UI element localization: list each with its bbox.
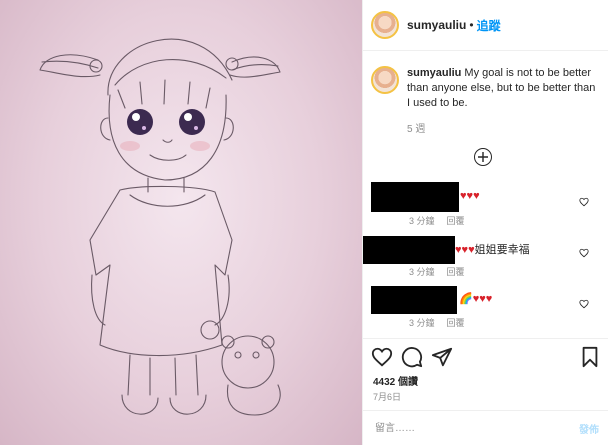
caption-username[interactable]: sumyauliu (407, 67, 461, 79)
heart-icon[interactable] (579, 248, 589, 258)
bookmark-icon[interactable] (579, 346, 601, 368)
caption: sumyauliu My goal is not to be better tha… (371, 66, 601, 111)
username[interactable]: sumyauliu (407, 18, 466, 32)
redacted-username (371, 182, 459, 212)
comment-item: 🌈♥♥♥ 3 分鐘 回覆 (363, 286, 608, 336)
post-photo[interactable] (0, 0, 362, 445)
comment-input[interactable] (373, 422, 547, 435)
heart-icon[interactable] (579, 197, 589, 207)
comment-time[interactable]: 3 分鐘 (409, 267, 435, 277)
comment-hearts: ♥♥♥ (472, 293, 493, 305)
action-bar (363, 338, 608, 375)
heart-icon[interactable] (579, 299, 589, 309)
comment-time[interactable]: 3 分鐘 (409, 318, 435, 328)
comment-time[interactable]: 3 分鐘 (409, 216, 435, 226)
girl-sketch-illustration (39, 38, 281, 416)
comment-text: ♥♥♥ (460, 190, 480, 202)
comment-item: ♥♥♥ 3 分鐘 回覆 (363, 182, 608, 232)
comment-hearts: ♥♥♥ (455, 244, 475, 256)
post-date[interactable]: 7月6日 (373, 390, 401, 403)
add-comment-bar: 發佈 (363, 410, 608, 446)
post-header: sumyauliu • 追蹤 (363, 0, 608, 51)
post-button[interactable]: 發佈 (579, 421, 599, 436)
like-count[interactable]: 4432 個讚 (373, 373, 418, 388)
avatar[interactable] (371, 11, 399, 39)
comment-meta: 3 分鐘 回覆 (409, 316, 477, 329)
comment-meta: 3 分鐘 回覆 (409, 214, 477, 227)
caption-text: sumyauliu My goal is not to be better tha… (407, 66, 601, 111)
post-side-panel: sumyauliu • 追蹤 sumyauliu My goal is not t… (362, 0, 608, 445)
separator-dot: • (469, 18, 474, 32)
reply-button[interactable]: 回覆 (447, 216, 465, 226)
caption-avatar[interactable] (371, 66, 399, 94)
comment-text: ♥♥♥姐姐要幸福 (455, 241, 530, 257)
comment-words: 姐姐要幸福 (474, 244, 530, 256)
reply-button[interactable]: 回覆 (447, 267, 465, 277)
redacted-username (363, 236, 455, 264)
caption-time[interactable]: 5 週 (407, 120, 425, 135)
add-circle-icon[interactable] (474, 148, 492, 166)
heart-icon[interactable] (371, 346, 393, 368)
follow-button[interactable]: 追蹤 (477, 17, 501, 34)
comment-icon[interactable] (401, 346, 423, 368)
redacted-username (371, 286, 457, 314)
reply-button[interactable]: 回覆 (447, 318, 465, 328)
rainbow-icon: 🌈 (459, 293, 473, 305)
comment-text: 🌈♥♥♥ (459, 292, 492, 305)
comment-meta: 3 分鐘 回覆 (409, 265, 477, 278)
comment-item: ♥♥♥姐姐要幸福 3 分鐘 回覆 (363, 236, 608, 286)
share-icon[interactable] (431, 346, 453, 368)
